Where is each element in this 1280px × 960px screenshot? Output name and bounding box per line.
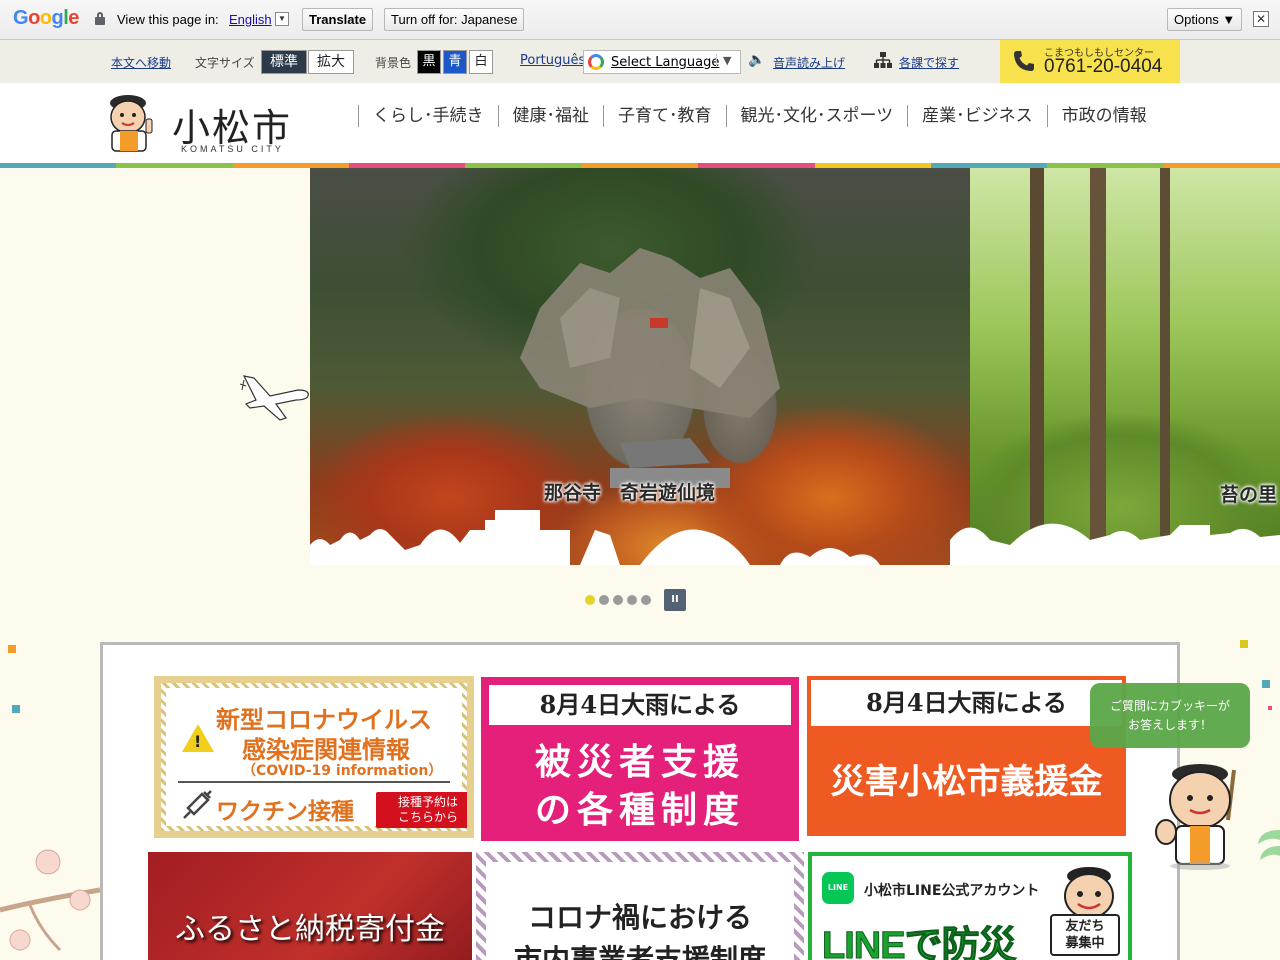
google-logo-letter: G <box>13 7 29 29</box>
view-page-text: View this page in: <box>117 12 219 27</box>
google-g-icon <box>588 54 604 70</box>
confetti-decoration <box>1268 706 1272 710</box>
corona-business-banner[interactable]: コロナ禍における 市内事業者支援制度 <box>476 852 804 960</box>
nav-item-sangyo[interactable]: 産業･ビジネス <box>907 105 1047 127</box>
furusato-tax-banner[interactable]: ふるさと納税寄付金 <box>148 852 472 960</box>
skip-to-content-link[interactable]: 本文へ移動 <box>111 54 171 71</box>
call-center-number: 0761-20-0404 <box>1044 56 1163 77</box>
divider <box>178 781 450 783</box>
rainbow-segment <box>116 163 233 168</box>
nav-item-shisei[interactable]: 市政の情報 <box>1046 105 1161 127</box>
select-language-dropdown[interactable]: Select Language ▼ <box>583 50 741 74</box>
google-logo-letter: e <box>68 7 79 29</box>
google-logo-letter: g <box>51 7 64 29</box>
slider-dot[interactable] <box>613 595 623 605</box>
phone-icon <box>1012 49 1036 79</box>
slide-natadera-caption: 那谷寺 奇岩遊仙境 <box>544 482 716 504</box>
slider-dot[interactable] <box>641 595 651 605</box>
speaker-icon: 🔈 <box>748 52 766 68</box>
line-app-icon: LINE <box>822 872 854 904</box>
confetti-decoration <box>8 645 16 653</box>
slider-dot[interactable] <box>585 595 595 605</box>
donation-banner[interactable]: 8月4日大雨による 災害小松市義援金 <box>807 676 1126 836</box>
nav-item-kenko[interactable]: 健康･福祉 <box>497 105 604 127</box>
covid-info-banner[interactable]: ! 新型コロナウイルス 感染症関連情報 （COVID-19 informatio… <box>154 676 474 838</box>
select-language-label: Select Language <box>611 55 720 70</box>
disaster-support-head: 8月4日大雨による <box>489 685 791 725</box>
confetti-decoration <box>1240 640 1248 648</box>
portuguese-link[interactable]: Português <box>520 53 585 68</box>
bg-blue-button[interactable]: 青 <box>443 50 467 74</box>
global-nav: くらし･手続き 健康･福祉 子育て･教育 観光･文化･スポーツ 産業･ビジネス … <box>358 105 1161 129</box>
slide-koke-caption: 苔の里 <box>1220 484 1278 506</box>
friend-recruit-sign: 友だち 募集中 <box>1050 914 1120 956</box>
translate-bar: Google View this page in: English ▼ Tran… <box>0 0 1280 40</box>
syringe-icon <box>180 788 214 829</box>
chevron-down-icon: ▼ <box>716 54 731 67</box>
call-center-box[interactable]: こまつもしもしセンター 0761-20-0404 <box>1000 40 1180 83</box>
corona-business-line1: コロナ禍における <box>527 901 752 934</box>
nav-item-kosodate[interactable]: 子育て･教育 <box>603 105 726 127</box>
corona-business-line2: 市内事業者支援制度 <box>513 943 766 960</box>
google-logo-letter: o <box>39 7 52 29</box>
speech-link[interactable]: 音声読み上げ <box>773 54 845 71</box>
slider-dot[interactable] <box>627 595 637 605</box>
bg-black-button[interactable]: 黒 <box>417 50 441 74</box>
bg-color-label: 背景色 <box>375 56 412 70</box>
language-select[interactable]: English <box>229 12 272 27</box>
site-logo-sub: KOMATSU CITY <box>181 144 284 154</box>
bg-white-button[interactable]: 白 <box>469 50 493 74</box>
airplane-icon <box>240 375 309 421</box>
chat-bubble[interactable]: ご質問にカブッキーが お答えします！ <box>1090 683 1250 748</box>
font-size-label: 文字サイズ <box>195 56 255 70</box>
turn-off-button[interactable]: Turn off for: Japanese <box>384 8 525 31</box>
rainbow-segment <box>0 163 117 168</box>
confetti-decoration <box>12 705 20 713</box>
donation-line1: 災害小松市義援金 <box>830 762 1103 802</box>
kabukky-mascot-icon[interactable] <box>1150 760 1250 870</box>
wave-decoration <box>1258 830 1280 860</box>
close-icon[interactable]: ✕ <box>1253 11 1269 27</box>
nav-item-kanko[interactable]: 観光･文化･スポーツ <box>725 105 908 127</box>
city-silhouette <box>310 510 1280 565</box>
font-standard-button[interactable]: 標準 <box>261 50 307 74</box>
disaster-support-line2: の各種制度 <box>534 789 745 831</box>
slider-dots <box>585 595 651 605</box>
language-dropdown-icon[interactable]: ▼ <box>275 12 289 26</box>
lock-icon <box>95 12 105 26</box>
slider-dot[interactable] <box>599 595 609 605</box>
mascot-logo-icon <box>110 95 153 152</box>
line-bousai-banner[interactable]: LINE 小松市LINE公式アカウント LINEで防災 友だち 募集中 <box>808 852 1132 960</box>
google-logo: Google <box>13 7 79 30</box>
confetti-decoration <box>1262 680 1270 688</box>
options-button[interactable]: Options ▼ <box>1167 8 1243 31</box>
furusato-label: ふるさと納税寄付金 <box>175 912 445 947</box>
disaster-support-banner[interactable]: 8月4日大雨による 被災者支援 の各種制度 <box>481 677 799 841</box>
line-bousai-title: LINEで防災 <box>822 925 1018 960</box>
site-header: 小松市 KOMATSU CITY くらし･手続き 健康･福祉 子育て･教育 観光… <box>0 83 1280 163</box>
warning-exclamation: ! <box>194 732 202 751</box>
donation-head: 8月4日大雨による <box>811 680 1122 726</box>
translate-button[interactable]: Translate <box>302 8 374 31</box>
nav-item-kurashi[interactable]: くらし･手続き <box>358 105 498 127</box>
vaccine-label: ワクチン接種 <box>216 799 354 825</box>
sitemap-icon <box>874 52 892 71</box>
font-large-button[interactable]: 拡大 <box>308 50 354 74</box>
pause-button[interactable]: II <box>664 589 686 611</box>
covid-title-line3: （COVID-19 information） <box>242 763 443 779</box>
plum-branch-decoration <box>0 849 100 952</box>
disaster-support-line1: 被災者支援 <box>534 741 745 783</box>
vaccine-reserve-button[interactable]: 接種予約は こちらから <box>376 792 467 828</box>
line-account-label: 小松市LINE公式アカウント <box>864 883 1040 899</box>
google-logo-letter: o <box>28 7 40 29</box>
dept-search-link[interactable]: 各課で探す <box>899 54 959 71</box>
